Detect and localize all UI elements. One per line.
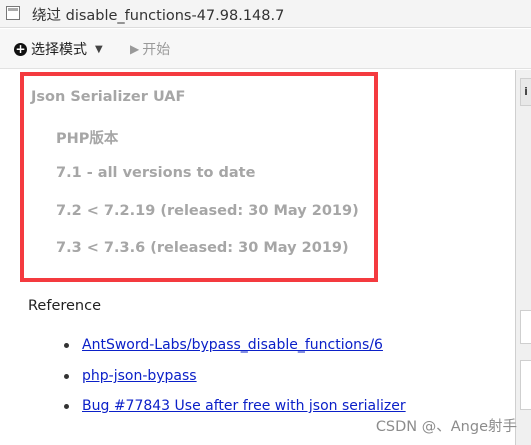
php-version-label: PHP版本 [56, 131, 119, 147]
list-item: php-json-bypass [64, 367, 197, 385]
list-item: Bug #77843 Use after free with json seri… [64, 397, 406, 415]
reference-link[interactable]: Bug #77843 Use after free with json seri… [82, 398, 406, 414]
version-line: 7.2 < 7.2.19 (released: 30 May 2019) [56, 203, 359, 219]
window-title: 绕过 disable_functions-47.98.148.7 [32, 8, 285, 24]
right-panel-field[interactable] [520, 360, 531, 410]
list-item: AntSword-Labs/bypass_disable_functions/6 [64, 336, 383, 354]
version-line: 7.3 < 7.3.6 (released: 30 May 2019) [56, 240, 349, 256]
bullet-icon [64, 403, 69, 409]
exploit-heading: Json Serializer UAF [31, 89, 186, 105]
right-panel-field[interactable] [520, 310, 531, 344]
right-panel-tab[interactable]: i [520, 78, 531, 106]
window-icon [6, 6, 20, 20]
start-label: 开始 [142, 42, 171, 58]
start-button[interactable]: ▶ 开始 [130, 39, 170, 59]
toolbar: + 选择模式 ▼ ▶ 开始 [0, 29, 531, 69]
reference-link[interactable]: php-json-bypass [82, 368, 197, 384]
watermark: CSDN @、Ange射手 [375, 419, 517, 435]
play-icon: ▶ [130, 42, 140, 56]
caret-down-icon: ▼ [95, 43, 103, 55]
select-mode-button[interactable]: + 选择模式 ▼ [14, 39, 103, 59]
window-titlebar: 绕过 disable_functions-47.98.148.7 [0, 0, 531, 28]
bullet-icon [64, 373, 69, 379]
plus-circle-icon: + [14, 41, 27, 56]
version-line: 7.1 - all versions to date [56, 165, 256, 181]
select-mode-label: 选择模式 [31, 42, 87, 58]
bullet-icon [64, 342, 69, 348]
reference-link[interactable]: AntSword-Labs/bypass_disable_functions/6 [82, 337, 383, 353]
reference-heading: Reference [28, 298, 102, 314]
